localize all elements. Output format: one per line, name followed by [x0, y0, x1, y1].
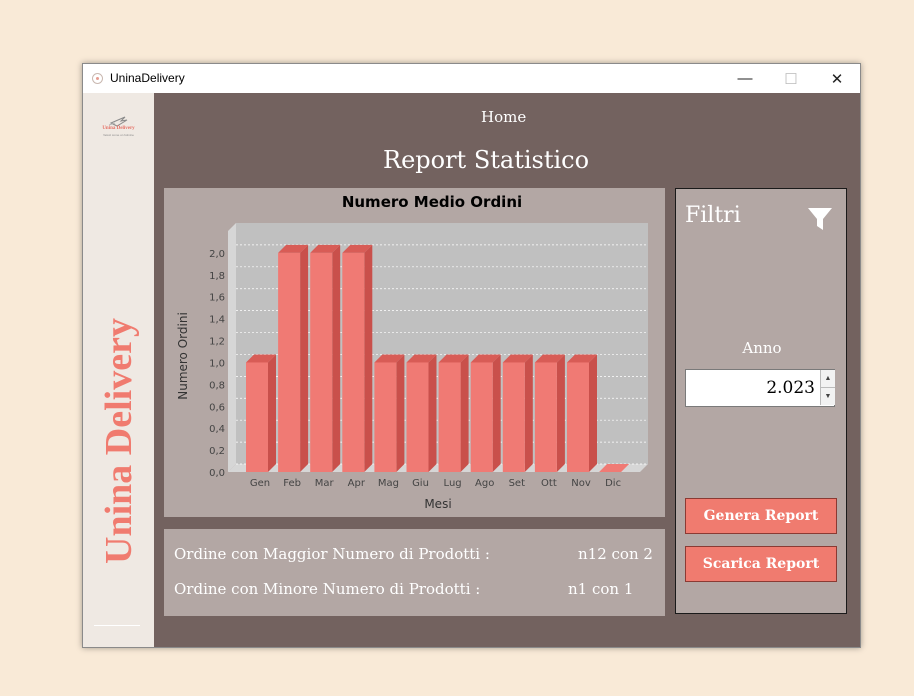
generate-report-button[interactable]: Genera Report [685, 498, 837, 534]
max-products-label: Ordine con Maggior Numero di Prodotti : [174, 545, 490, 563]
y-tick-label: 1,2 [209, 337, 225, 348]
x-tick-label: Apr [348, 478, 366, 489]
bar-side [492, 354, 501, 472]
bar-chart: Numero Medio Ordini Mesi Numero Ordini 0… [176, 193, 648, 511]
bar-side [396, 354, 405, 472]
x-tick-label: Feb [283, 478, 301, 489]
bar [342, 252, 365, 472]
download-report-button[interactable]: Scarica Report [685, 546, 837, 582]
brand-vertical-text: Unina Delivery [98, 318, 140, 564]
min-products-label: Ordine con Minore Numero di Prodotti : [174, 580, 481, 598]
x-tick-label: Nov [571, 478, 591, 489]
y-tick-label: 2,0 [209, 249, 225, 260]
x-tick-label: Dic [605, 478, 621, 489]
sidebar-divider [94, 625, 140, 626]
y-tick-label: 0,4 [209, 424, 225, 435]
y-tick-label: 0,6 [209, 402, 225, 413]
close-button[interactable]: ✕ [814, 64, 860, 93]
bar-side [556, 354, 565, 472]
bar [278, 252, 301, 472]
bar [246, 362, 268, 472]
y-tick-label: 1,8 [209, 271, 225, 282]
bar-side [589, 354, 597, 472]
bar [470, 362, 493, 472]
x-tick-label: Giu [412, 478, 429, 489]
y-tick-label: 1,6 [209, 293, 225, 304]
x-tick-label: Ott [541, 478, 557, 489]
bar [438, 362, 461, 472]
stats-panel: Ordine con Maggior Numero di Prodotti : … [164, 529, 665, 616]
max-products-row: Ordine con Maggior Numero di Prodotti : … [174, 545, 653, 563]
bar-side [300, 244, 309, 472]
bar-side [460, 354, 469, 472]
bar-side [332, 244, 341, 472]
filters-panel: Filtri Anno ▲ ▼ Genera Report Scarica Re… [675, 188, 847, 614]
home-link[interactable]: Home [481, 108, 526, 126]
x-tick-label: Lug [444, 478, 462, 489]
filter-icon [808, 208, 832, 230]
spinner-down-icon[interactable]: ▼ [820, 388, 835, 405]
bar-side [524, 354, 533, 472]
logo-text: Unina Delivery [102, 126, 135, 131]
min-products-value: n1 con 1 [568, 580, 634, 598]
chart-title: Numero Medio Ordini [342, 193, 522, 211]
bar [534, 362, 557, 472]
bar [374, 362, 397, 472]
bar [310, 252, 333, 472]
chart-panel: Numero Medio Ordini Mesi Numero Ordini 0… [164, 188, 665, 517]
bar [406, 362, 429, 472]
bar [567, 362, 589, 472]
filters-title: Filtri [685, 203, 741, 228]
page-title: Report Statistico [383, 146, 590, 174]
maximize-button[interactable]: ☐ [768, 64, 814, 93]
minimize-button[interactable]: — [722, 64, 768, 93]
year-label: Anno [742, 339, 782, 357]
max-products-value: n12 con 2 [578, 545, 653, 563]
bar-side [428, 354, 437, 472]
window-title: UninaDelivery [110, 71, 185, 85]
y-tick-label: 0,0 [209, 468, 225, 479]
bar-side [364, 244, 373, 472]
bar-side [268, 354, 276, 472]
y-tick-label: 1,0 [209, 358, 225, 369]
x-tick-label: Gen [250, 478, 270, 489]
sidebar: Unina Delivery Veloci come un fulmine Un… [83, 93, 154, 647]
year-spinner: ▲ ▼ [685, 369, 835, 407]
plot-wall [228, 223, 236, 472]
y-tick-label: 0,8 [209, 380, 225, 391]
chart-ylabel: Numero Ordini [176, 312, 190, 400]
app-icon [92, 73, 103, 84]
year-input[interactable] [686, 370, 818, 406]
x-tick-label: Mar [315, 478, 335, 489]
x-tick-label: Set [509, 478, 526, 489]
app-window: UninaDelivery — ☐ ✕ Unina Delivery Veloc… [82, 63, 861, 648]
min-products-row: Ordine con Minore Numero di Prodotti : n… [174, 580, 633, 598]
chart-xlabel: Mesi [424, 497, 451, 511]
spinner-up-icon[interactable]: ▲ [820, 370, 835, 388]
x-tick-label: Ago [475, 478, 494, 489]
y-tick-label: 1,4 [209, 315, 225, 326]
y-tick-label: 0,2 [209, 446, 225, 457]
bar [502, 362, 525, 472]
title-bar: UninaDelivery — ☐ ✕ [83, 64, 860, 93]
x-tick-label: Mag [378, 478, 399, 489]
logo-subtext: Veloci come un fulmine [103, 133, 134, 137]
